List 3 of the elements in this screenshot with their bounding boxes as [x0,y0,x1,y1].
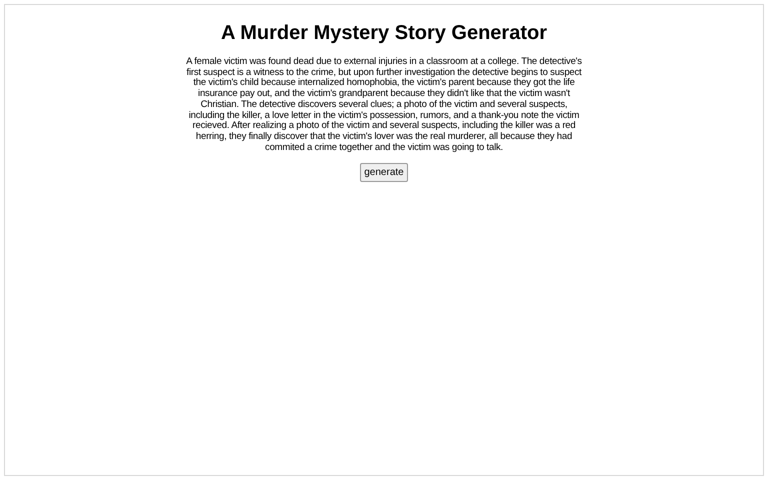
story-paragraph: A female victim was found dead due to external injuries in a classroom at a college. The detective's first suspect is a witness to the crime, but upon further investigation the detective begins to suspect the victim's child because internalized homophobia, the victim's parent because they got the life insurance pay out, and the victim's grandparent because they didn't like that the victim wasn't Christian. The detective discovers several clues; a photo of the victim and several suspects, including the killer, a love letter in the victim's possession, rumors, and a thank-you note the victim recieved. After realizing a photo of the victim and several suspects, including the killer was a red herring, they finally discover that the victim's lover was the real murderer, all because they had commited a crime together and the victim was going to talk. [185,57,583,154]
generate-button[interactable]: generate [360,163,408,182]
page-title: A Murder Mystery Story Generator [220,21,547,45]
